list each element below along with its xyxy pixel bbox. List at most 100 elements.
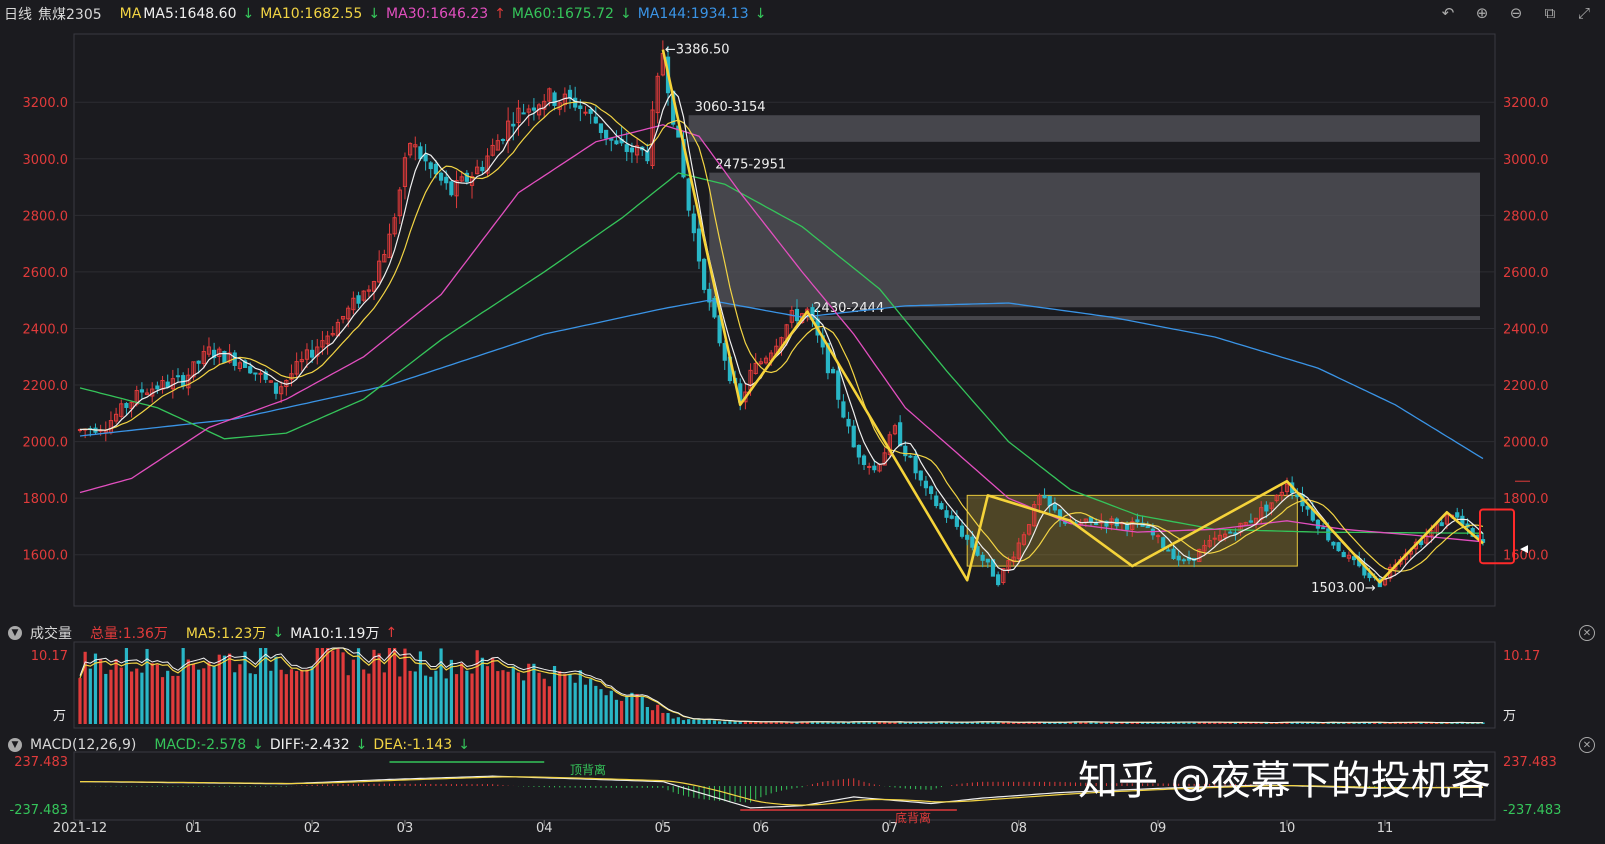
candle bbox=[1336, 542, 1341, 552]
top-divergence-label: 顶背离 bbox=[570, 762, 606, 777]
y-tick-label-left: 3200.0 bbox=[23, 96, 69, 111]
candle bbox=[970, 536, 975, 548]
volume-bar bbox=[697, 719, 701, 724]
macd-top-right: 237.483 bbox=[1503, 755, 1557, 770]
y-tick-label-left: 1800.0 bbox=[23, 492, 69, 507]
volume-top-left: 10.17 bbox=[31, 649, 68, 664]
volume-bar bbox=[114, 659, 118, 724]
zone-label: 3060-3154 bbox=[695, 100, 766, 115]
volume-bar bbox=[207, 662, 211, 724]
volume-bar bbox=[109, 669, 113, 724]
volume-bar bbox=[166, 670, 170, 724]
volume-unit-left: 万 bbox=[53, 709, 66, 724]
volume-bar bbox=[382, 672, 386, 724]
volume-bar bbox=[331, 650, 335, 724]
volume-bar bbox=[661, 712, 665, 724]
volume-bar bbox=[449, 659, 453, 724]
volume-bar bbox=[155, 664, 159, 724]
candle bbox=[248, 366, 253, 374]
candle bbox=[531, 107, 537, 111]
volume-bar bbox=[88, 668, 92, 724]
y-tick-label-left: 1600.0 bbox=[23, 549, 69, 564]
candle bbox=[258, 372, 263, 375]
volume-bar bbox=[496, 671, 500, 724]
volume-bar bbox=[589, 678, 593, 724]
volume-bar bbox=[176, 675, 180, 724]
volume-bar bbox=[444, 678, 448, 724]
candle bbox=[836, 370, 841, 400]
candle bbox=[253, 372, 258, 375]
candle bbox=[980, 554, 985, 561]
volume-bar bbox=[398, 676, 402, 724]
volume-bar bbox=[542, 678, 546, 724]
volume-bar bbox=[289, 669, 294, 724]
candle bbox=[861, 455, 867, 465]
x-tick-label: 03 bbox=[397, 821, 414, 836]
volume-bar bbox=[594, 685, 598, 724]
volume-bar bbox=[640, 696, 644, 724]
volume-bar bbox=[558, 671, 562, 724]
volume-bar bbox=[774, 722, 778, 724]
volume-bar bbox=[826, 722, 830, 724]
candle bbox=[975, 546, 980, 556]
candle bbox=[511, 123, 516, 127]
x-tick-label: 08 bbox=[1010, 821, 1027, 836]
volume-bar bbox=[408, 670, 412, 724]
volume-bar bbox=[377, 653, 381, 724]
candle bbox=[139, 389, 144, 393]
y-tick-label-right: 2600.0 bbox=[1503, 266, 1549, 281]
candle bbox=[985, 558, 990, 563]
volume-bar bbox=[181, 648, 185, 724]
price-zone bbox=[807, 316, 1480, 320]
candle bbox=[934, 495, 939, 507]
candle bbox=[521, 112, 526, 115]
volume-bar bbox=[150, 663, 154, 724]
candle bbox=[1212, 537, 1217, 540]
candle bbox=[1248, 520, 1253, 523]
volume-bar bbox=[702, 719, 706, 724]
volume-bar bbox=[248, 673, 252, 724]
volume-bar bbox=[578, 670, 582, 724]
candle bbox=[954, 515, 959, 527]
candle bbox=[175, 375, 181, 378]
volume-bar bbox=[872, 722, 876, 724]
volume-bar bbox=[238, 664, 242, 724]
volume-unit-right: 万 bbox=[1503, 709, 1516, 724]
candle bbox=[923, 480, 929, 489]
volume-bar bbox=[227, 653, 232, 724]
volume-bar bbox=[573, 682, 577, 724]
volume-bar bbox=[599, 689, 603, 724]
candle bbox=[867, 465, 872, 468]
volume-bar bbox=[104, 673, 108, 724]
volume-bar bbox=[197, 669, 201, 724]
x-tick-label: 01 bbox=[185, 821, 202, 836]
volume-bar bbox=[568, 674, 572, 724]
volume-bar bbox=[212, 666, 216, 724]
x-tick-label: 11 bbox=[1377, 821, 1394, 836]
volume-bar bbox=[1300, 722, 1305, 724]
volume-bar bbox=[718, 721, 722, 724]
price-zone bbox=[709, 172, 1480, 308]
volume-bar bbox=[295, 671, 299, 724]
y-tick-label-right: 3200.0 bbox=[1503, 96, 1549, 111]
candle bbox=[614, 140, 619, 145]
volume-bar bbox=[418, 651, 423, 724]
volume-bar bbox=[140, 672, 144, 724]
candle bbox=[722, 343, 727, 361]
y-tick-label-right: 2200.0 bbox=[1503, 379, 1549, 394]
zone-label: 2475-2951 bbox=[715, 158, 786, 173]
candle bbox=[500, 139, 506, 142]
candle bbox=[604, 129, 609, 139]
candle bbox=[1439, 522, 1444, 527]
candle bbox=[1171, 548, 1176, 559]
candle bbox=[851, 425, 856, 448]
candle bbox=[1042, 495, 1047, 499]
candle bbox=[593, 116, 598, 124]
candlestick-chart[interactable]: 1600.0 1600.01800.0 1800.02000.0 2000.02200… bbox=[0, 0, 1605, 844]
volume-bar bbox=[692, 719, 696, 724]
volume-bar bbox=[738, 721, 742, 724]
volume-bar bbox=[609, 690, 613, 724]
candle bbox=[609, 138, 614, 141]
volume-bar bbox=[475, 650, 479, 724]
volume-bar bbox=[470, 673, 474, 724]
